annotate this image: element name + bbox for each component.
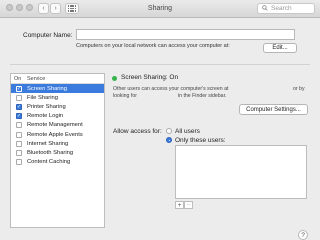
service-status: Screen Sharing: On xyxy=(121,74,179,81)
column-header-service: Service xyxy=(27,75,46,82)
service-row-content-caching[interactable]: Content Caching xyxy=(11,158,104,167)
content-caching-checkbox[interactable] xyxy=(16,159,22,166)
search-placeholder: Search xyxy=(271,5,292,12)
service-description-line1: Other users can access your computer's s… xyxy=(113,86,229,92)
service-label: Printer Sharing xyxy=(27,103,66,110)
computer-settings-button[interactable]: Computer Settings... xyxy=(239,104,308,115)
service-row-bluetooth-sharing[interactable]: Bluetooth Sharing xyxy=(11,148,104,157)
only-these-users-label: Only these users: xyxy=(175,137,226,144)
search-input[interactable]: Search xyxy=(257,3,315,14)
service-label: Remote Login xyxy=(27,113,64,120)
column-header-on: On xyxy=(14,75,22,82)
services-list: On Service ✓ Screen Sharing File Sharing… xyxy=(10,73,105,228)
service-description-line2b: in the Finder sidebar. xyxy=(178,93,227,99)
add-user-button[interactable]: + xyxy=(175,201,184,209)
file-sharing-checkbox[interactable] xyxy=(16,94,22,101)
service-row-file-sharing[interactable]: File Sharing xyxy=(11,93,104,102)
services-list-header: On Service xyxy=(11,74,104,84)
service-description-line2a: looking for xyxy=(113,93,137,99)
allowed-users-list[interactable] xyxy=(175,145,307,199)
service-label: Content Caching xyxy=(27,159,71,166)
printer-sharing-checkbox[interactable]: ✓ xyxy=(16,103,22,110)
remote-apple-events-checkbox[interactable] xyxy=(16,131,22,138)
service-label: Screen Sharing xyxy=(27,85,67,92)
all-users-label: All users xyxy=(175,128,200,135)
bluetooth-sharing-checkbox[interactable] xyxy=(16,149,22,156)
service-row-remote-management[interactable]: Remote Management xyxy=(11,121,104,130)
help-button[interactable]: ? xyxy=(298,230,308,240)
service-row-remote-apple-events[interactable]: Remote Apple Events xyxy=(11,130,104,139)
service-label: Bluetooth Sharing xyxy=(27,149,74,156)
service-description-line1-end: or by xyxy=(293,86,305,92)
computer-name-note: Computers on your local network can acce… xyxy=(76,43,230,49)
service-row-screen-sharing[interactable]: ✓ Screen Sharing xyxy=(11,84,104,94)
remote-management-checkbox[interactable] xyxy=(16,122,22,129)
service-label: Internet Sharing xyxy=(27,140,69,147)
all-users-radio[interactable] xyxy=(166,128,172,134)
computer-name-field[interactable] xyxy=(76,29,295,40)
internet-sharing-checkbox[interactable] xyxy=(16,140,22,147)
status-indicator-icon xyxy=(112,76,117,81)
computer-name-label: Computer Name: xyxy=(23,32,73,39)
service-label: Remote Apple Events xyxy=(27,131,83,138)
section-divider xyxy=(10,64,310,65)
service-row-printer-sharing[interactable]: ✓ Printer Sharing xyxy=(11,102,104,111)
service-label: Remote Management xyxy=(27,122,83,129)
service-row-internet-sharing[interactable]: Internet Sharing xyxy=(11,139,104,148)
remote-login-checkbox[interactable]: ✓ xyxy=(16,113,22,120)
title-bar: ‹ › Sharing Search xyxy=(0,0,320,18)
edit-button[interactable]: Edit... xyxy=(263,43,297,53)
only-these-users-radio[interactable] xyxy=(166,137,172,143)
search-icon xyxy=(262,4,268,13)
screen-sharing-checkbox[interactable]: ✓ xyxy=(16,85,22,92)
remove-user-button[interactable]: − xyxy=(184,201,193,209)
service-row-remote-login[interactable]: ✓ Remote Login xyxy=(11,112,104,121)
service-label: File Sharing xyxy=(27,94,58,101)
allow-access-label: Allow access for: xyxy=(113,128,162,135)
